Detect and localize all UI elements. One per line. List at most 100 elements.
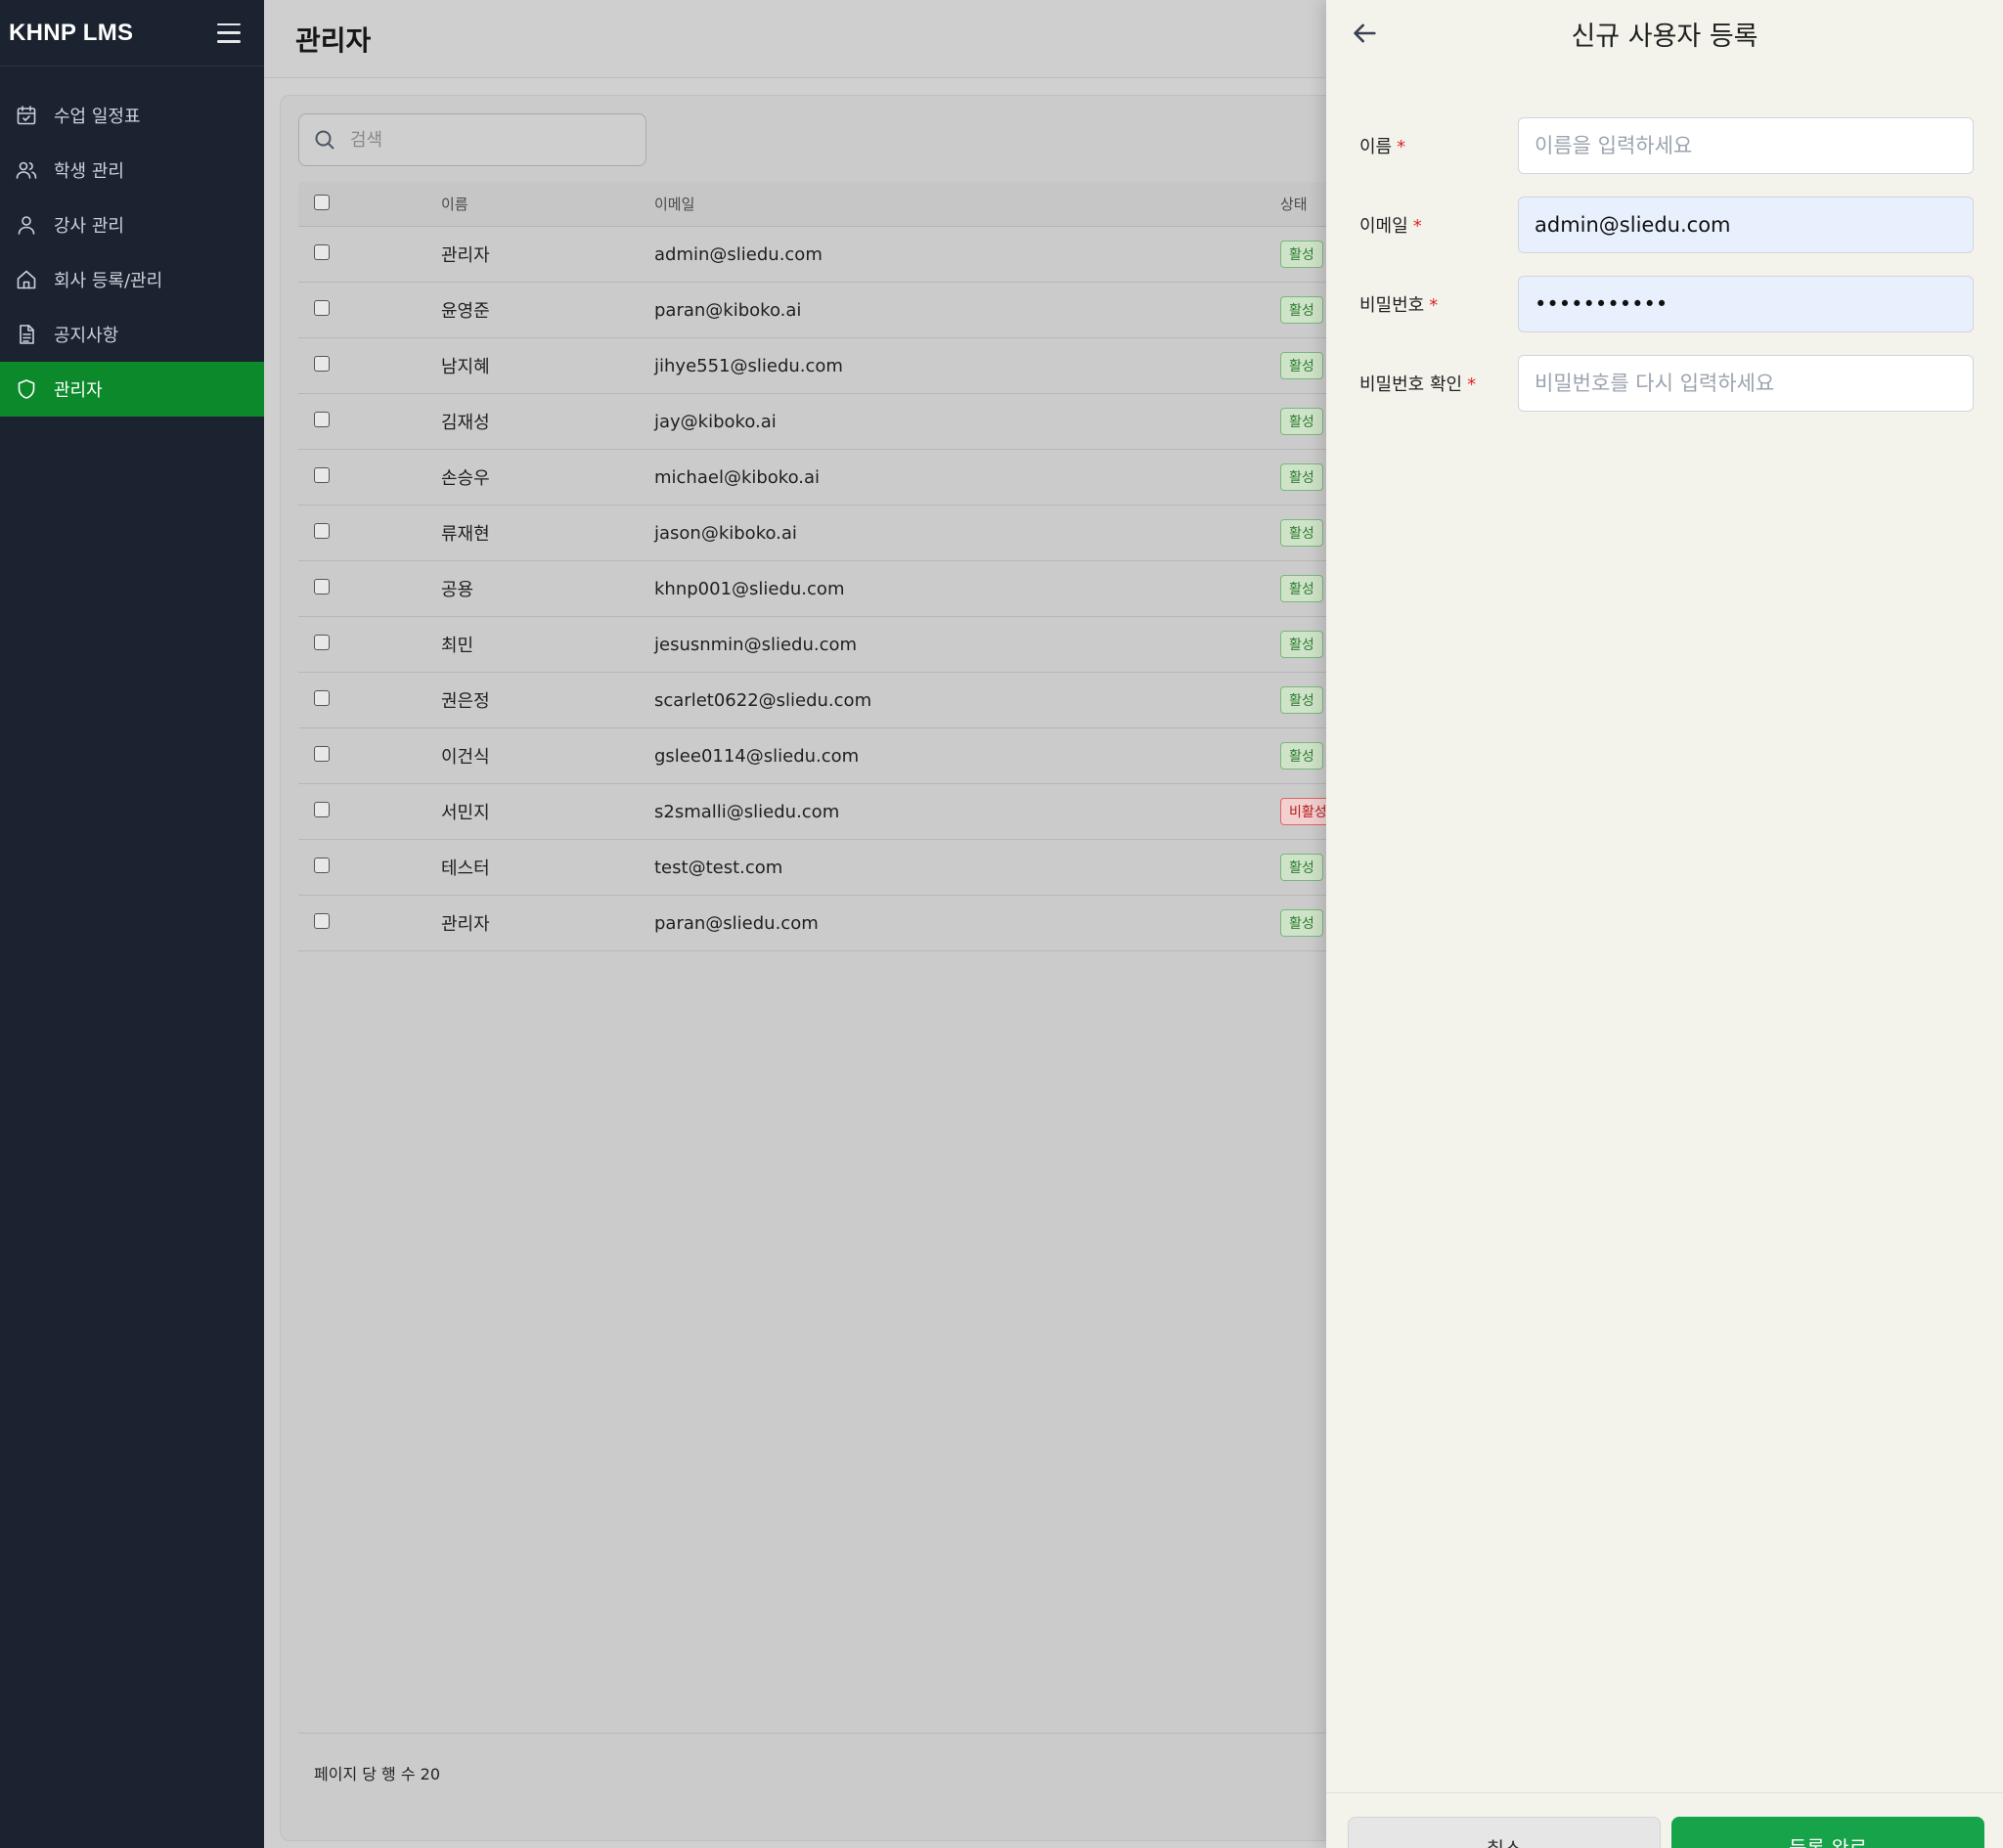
password-confirm-field[interactable] (1518, 354, 1974, 412)
name-label: 이름 * (1359, 136, 1406, 157)
email-label: 이메일 * (1359, 215, 1422, 237)
search-icon (315, 130, 334, 150)
status-badge: 활성 (1280, 241, 1323, 268)
menu-toggle-icon[interactable] (217, 22, 241, 43)
drawer-header: 신규 사용자 등록 (1326, 0, 2003, 66)
row-name: 윤영준 (441, 301, 490, 322)
calendar-check-icon (14, 103, 39, 128)
row-checkbox[interactable] (314, 912, 330, 929)
row-checkbox[interactable] (314, 634, 330, 650)
password-confirm-label: 비밀번호 확인 * (1359, 374, 1477, 395)
row-email: paran@sliedu.com (654, 912, 819, 934)
status-badge: 활성 (1280, 686, 1323, 714)
sidebar-item-instructors[interactable]: 강사 관리 (0, 198, 264, 252)
row-checkbox[interactable] (314, 801, 330, 817)
password-field[interactable] (1518, 275, 1974, 332)
home-icon (14, 267, 39, 292)
row-name: 서민지 (441, 803, 490, 823)
brand-logo[interactable]: KHNP LMS (9, 20, 133, 47)
sidebar-item-label: 관리자 (54, 380, 103, 401)
row-email: jason@kiboko.ai (654, 522, 797, 544)
status-badge: 활성 (1280, 909, 1323, 937)
email-field[interactable] (1518, 196, 1974, 253)
sidebar-item-label: 강사 관리 (54, 216, 124, 237)
status-badge: 활성 (1280, 519, 1323, 547)
row-email: scarlet0622@sliedu.com (654, 689, 872, 711)
row-name: 관리자 (441, 914, 490, 935)
row-checkbox[interactable] (314, 857, 330, 873)
row-name: 이건식 (441, 747, 490, 768)
user-icon (14, 212, 39, 238)
required-mark: * (1412, 215, 1422, 237)
users-icon (14, 157, 39, 183)
row-checkbox[interactable] (314, 466, 330, 483)
row-checkbox[interactable] (314, 243, 330, 260)
row-name: 권은정 (441, 691, 490, 712)
submit-button[interactable]: 등록 완료 (1671, 1817, 1984, 1848)
row-email: paran@kiboko.ai (654, 299, 802, 321)
required-mark: * (1397, 136, 1406, 157)
sidebar-item-admin[interactable]: 관리자 (0, 362, 264, 417)
row-email: test@test.com (654, 857, 783, 878)
sidebar-item-label: 공지사항 (54, 326, 119, 346)
status-badge: 활성 (1280, 742, 1323, 770)
status-badge: 활성 (1280, 352, 1323, 379)
row-name: 테스터 (441, 858, 490, 879)
form-row-password-confirm: 비밀번호 확인 * (1359, 343, 1976, 422)
shield-icon (14, 376, 39, 402)
row-email: jesusnmin@sliedu.com (654, 634, 858, 655)
cancel-button[interactable]: 취소 (1348, 1817, 1661, 1848)
search-input[interactable] (350, 129, 624, 151)
row-checkbox[interactable] (314, 745, 330, 762)
row-checkbox[interactable] (314, 522, 330, 539)
status-badge: 활성 (1280, 296, 1323, 324)
back-arrow-icon[interactable] (1352, 20, 1381, 49)
status-badge: 활성 (1280, 854, 1323, 881)
row-email: s2smalli@sliedu.com (654, 801, 840, 822)
row-checkbox[interactable] (314, 411, 330, 427)
row-email: jay@kiboko.ai (654, 411, 777, 432)
row-name: 류재현 (441, 524, 490, 545)
drawer-footer: 취소 등록 완료 (1326, 1792, 2003, 1848)
row-checkbox[interactable] (314, 689, 330, 706)
row-checkbox[interactable] (314, 578, 330, 594)
row-email: admin@sliedu.com (654, 243, 823, 265)
sidebar-item-notices[interactable]: 공지사항 (0, 307, 264, 362)
new-user-form: 이름* 이메일* 비밀번호* 비밀번호 확인* (1359, 106, 1976, 422)
sidebar-item-label: 수업 일정표 (54, 107, 141, 127)
row-email: michael@kiboko.ai (654, 466, 821, 488)
sidebar-item-label: 회사 등록/관리 (54, 271, 163, 291)
status-badge: 활성 (1280, 463, 1323, 491)
row-name: 최민 (441, 636, 474, 656)
row-name: 김재성 (441, 413, 490, 433)
search-box[interactable] (298, 113, 646, 166)
sidebar-item-schedule[interactable]: 수업 일정표 (0, 88, 264, 143)
column-header-email[interactable]: 이메일 (654, 194, 1280, 214)
row-email: jihye551@sliedu.com (654, 355, 843, 376)
row-checkbox[interactable] (314, 355, 330, 372)
page-title: 관리자 (295, 23, 372, 57)
row-name: 공용 (441, 580, 474, 600)
status-badge: 활성 (1280, 631, 1323, 658)
document-icon (14, 322, 39, 347)
required-mark: * (1429, 294, 1439, 316)
row-checkbox[interactable] (314, 299, 330, 316)
row-name: 남지혜 (441, 357, 490, 377)
required-mark: * (1467, 374, 1477, 395)
select-all-checkbox[interactable] (314, 194, 330, 210)
sidebar-item-companies[interactable]: 회사 등록/관리 (0, 252, 264, 307)
sidebar-item-students[interactable]: 학생 관리 (0, 143, 264, 198)
form-row-password: 비밀번호 * (1359, 264, 1976, 343)
name-field[interactable] (1518, 116, 1974, 174)
row-email: gslee0114@sliedu.com (654, 745, 860, 767)
row-name: 관리자 (441, 245, 490, 266)
form-row-email: 이메일 * (1359, 185, 1976, 264)
status-badge: 활성 (1280, 408, 1323, 435)
column-header-name[interactable]: 이름 (441, 194, 654, 214)
form-row-name: 이름 * (1359, 106, 1976, 185)
drawer-title: 신규 사용자 등록 (1571, 21, 1758, 52)
status-badge: 활성 (1280, 575, 1323, 602)
password-label: 비밀번호 * (1359, 294, 1439, 316)
sidebar-menu: 수업 일정표 학생 관리 강사 관리 회사 등록/관리 공지사항 관리자 (0, 88, 264, 417)
sidebar-header: KHNP LMS (0, 0, 264, 66)
